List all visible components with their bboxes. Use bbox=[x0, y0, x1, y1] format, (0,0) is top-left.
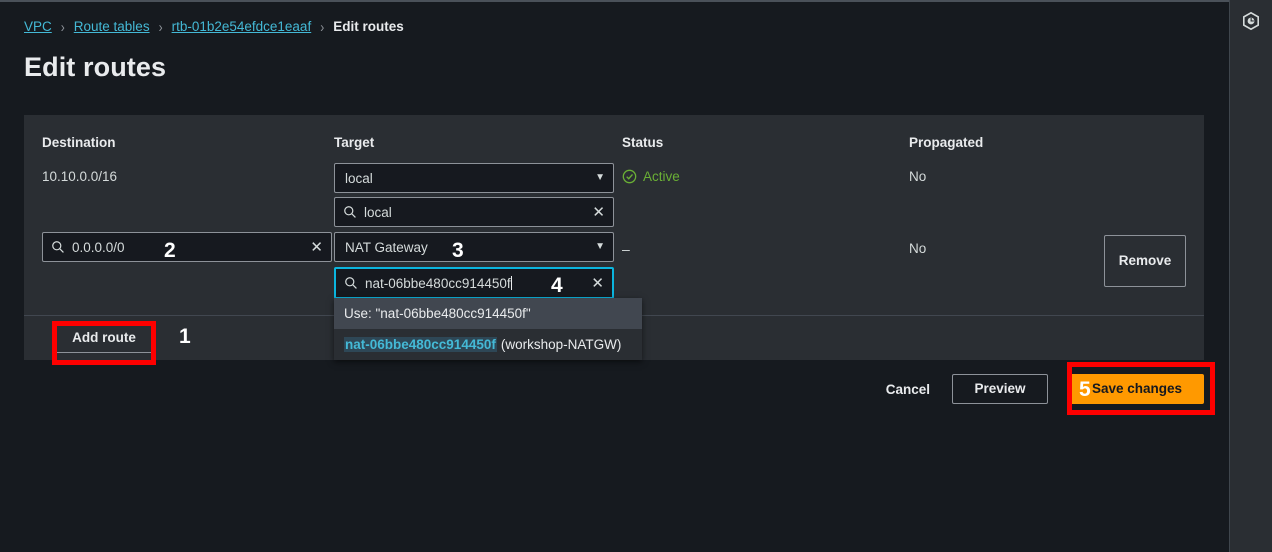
row2-target-select-value: NAT Gateway bbox=[345, 239, 428, 255]
row2-target-clear-icon[interactable]: ✕ bbox=[591, 276, 604, 291]
row1-destination-value: 10.10.0.0/16 bbox=[42, 169, 118, 184]
row2-target-search-value: nat-06bbe480cc914450f bbox=[365, 275, 511, 291]
row1-target-clear-icon[interactable]: ✕ bbox=[592, 205, 605, 220]
breadcrumb-separator: › bbox=[320, 17, 325, 36]
row1-propagated: No bbox=[909, 169, 927, 184]
search-icon bbox=[344, 206, 356, 218]
row2-status-label: – bbox=[622, 241, 630, 257]
chevron-down-icon: ▼ bbox=[595, 241, 605, 252]
text-cursor bbox=[510, 275, 512, 290]
row2-target-search-input[interactable]: nat-06bbe480cc914450f ✕ bbox=[334, 267, 614, 299]
check-circle-icon bbox=[622, 169, 637, 184]
breadcrumb-item-vpc[interactable]: VPC bbox=[24, 19, 52, 34]
search-icon bbox=[345, 277, 357, 289]
suggestion-item-use-literal[interactable]: Use: "nat-06bbe480cc914450f" bbox=[334, 298, 642, 329]
aws-cloudshell-hexagon-icon[interactable] bbox=[1240, 10, 1262, 32]
preview-button[interactable]: Preview bbox=[952, 374, 1048, 404]
row1-status-label: Active bbox=[643, 169, 680, 184]
suggestion-resource-id: nat-06bbe480cc914450f bbox=[344, 337, 497, 352]
edit-routes-page: VPC › Route tables › rtb-01b2e54efdce1ea… bbox=[0, 0, 1272, 552]
column-header-status: Status bbox=[622, 135, 664, 150]
row2-target-search-value-wrap: nat-06bbe480cc914450f bbox=[365, 275, 584, 291]
row2-status: – bbox=[622, 241, 902, 257]
breadcrumb-separator: › bbox=[158, 17, 163, 36]
top-divider bbox=[0, 0, 1229, 2]
row1-target-search-input[interactable]: local ✕ bbox=[334, 197, 614, 227]
target-suggestions-dropdown: Use: "nat-06bbe480cc914450f" nat-06bbe48… bbox=[334, 298, 642, 360]
form-actions: Cancel Preview Save changes bbox=[0, 374, 1204, 404]
add-route-button[interactable]: Add route bbox=[52, 323, 156, 353]
chevron-down-icon: ▼ bbox=[595, 172, 605, 183]
row1-target-select[interactable]: local ▼ bbox=[334, 163, 614, 193]
row1-target-select-value: local bbox=[345, 170, 373, 186]
row2-remove-button[interactable]: Remove bbox=[1104, 235, 1186, 287]
search-icon bbox=[52, 241, 64, 253]
routes-table: Destination Target Status Propagated 10.… bbox=[24, 115, 1204, 315]
row2-propagated: No bbox=[909, 241, 927, 256]
row2-destination-value: 0.0.0.0/0 bbox=[72, 239, 125, 255]
breadcrumb: VPC › Route tables › rtb-01b2e54efdce1ea… bbox=[24, 17, 404, 36]
breadcrumb-item-current: Edit routes bbox=[333, 19, 404, 34]
row2-destination-clear-icon[interactable]: ✕ bbox=[310, 240, 323, 255]
breadcrumb-item-route-table-id[interactable]: rtb-01b2e54efdce1eaaf bbox=[172, 19, 312, 34]
column-header-target: Target bbox=[334, 135, 375, 150]
row2-destination-search-input[interactable]: 0.0.0.0/0 ✕ bbox=[42, 232, 332, 262]
breadcrumb-item-route-tables[interactable]: Route tables bbox=[74, 19, 150, 34]
cancel-button[interactable]: Cancel bbox=[886, 382, 930, 397]
column-header-destination: Destination bbox=[42, 135, 116, 150]
save-changes-button[interactable]: Save changes bbox=[1070, 374, 1204, 404]
column-header-propagated: Propagated bbox=[909, 135, 984, 150]
page-title: Edit routes bbox=[24, 52, 167, 82]
row2-target-select[interactable]: NAT Gateway ▼ bbox=[334, 232, 614, 262]
right-sidebar bbox=[1229, 0, 1272, 552]
suggestion-resource-name: (workshop-NATGW) bbox=[500, 337, 622, 352]
suggestion-item-nat-gateway[interactable]: nat-06bbe480cc914450f (workshop-NATGW) bbox=[334, 329, 642, 360]
row1-target-search-value: local bbox=[364, 204, 392, 220]
row1-status: Active bbox=[622, 169, 902, 184]
breadcrumb-separator: › bbox=[60, 17, 65, 36]
